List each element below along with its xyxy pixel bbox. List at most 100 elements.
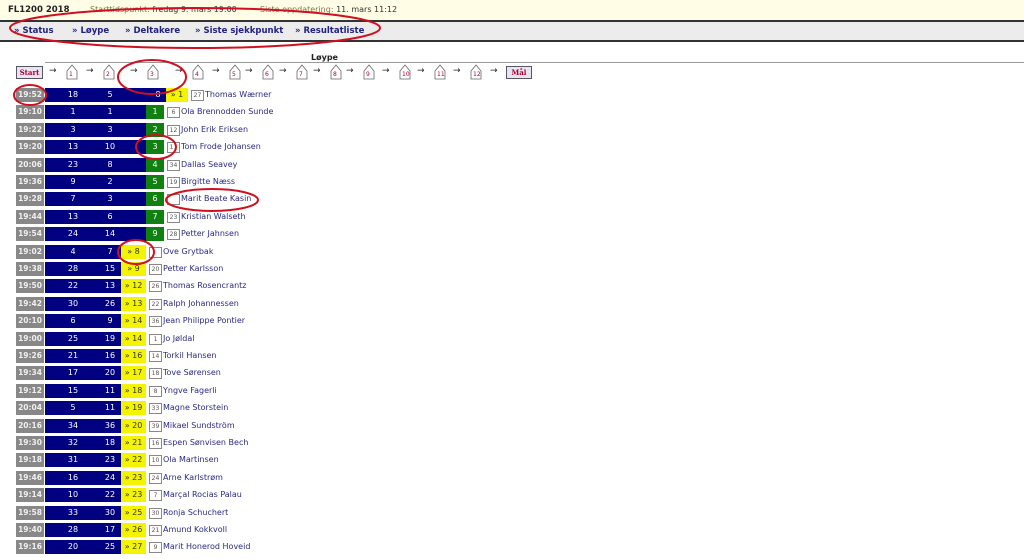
nav-siste-sjekkpunkt[interactable]: » Siste sjekkpunkt [195,22,283,40]
checkpoint-time: 19:12 [16,383,44,398]
participant-name[interactable]: Ola Martinsen [163,453,219,467]
participant-name[interactable]: Arne Karlstrøm [163,471,223,485]
checkpoint-number: 9 [366,71,370,78]
bib-number: 24 [149,472,162,484]
start-time: Starttidspunkt: fredag 9. mars 19:00 [90,0,237,20]
arrow-icon: → [346,66,354,76]
participant-name[interactable]: Mikael Sundström [163,419,235,433]
arrow-icon: → [130,66,138,76]
bib-number: 21 [149,525,162,536]
checkpoint-house-icon[interactable]: 9 [363,64,375,80]
arrow-icon: → [453,66,461,76]
bib-number: 16 [149,438,162,449]
participant-name[interactable]: Torkil Hansen [163,349,216,363]
checkpoint-house-icon[interactable]: 11 [434,64,446,80]
position-b: 5 [107,90,113,99]
course-title: Løype [45,53,1024,63]
position-b: 25 [104,542,116,552]
progress-bar [45,209,146,224]
bib-number: 34 [167,159,180,171]
checkpoint-time: 20:16 [16,418,44,433]
checkpoint-house-icon[interactable]: 4 [192,64,204,80]
participant-name[interactable]: Ronja Schuchert [163,506,228,520]
position-a: 25 [67,333,79,343]
participant-name[interactable]: Birgitte Næss [181,175,235,189]
position-a: 10 [67,490,79,500]
position-b: 2 [107,177,113,186]
checkpoint-status: 4 [146,157,164,172]
checkpoint-house-icon[interactable]: 6 [262,64,274,80]
participant-name[interactable]: Espen Sønvisen Bech [163,436,248,450]
checkpoint-house-icon[interactable]: 5 [229,64,241,80]
checkpoint-house-icon[interactable]: 2 [103,64,115,80]
position-a: 28 [67,525,79,534]
checkpoint-time: 19:42 [16,296,44,311]
checkpoint-status: 1 [146,105,164,120]
position-a: 23 [67,159,79,169]
nav-deltakere[interactable]: » Deltakere [125,22,180,40]
checkpoint-time: 20:10 [16,314,44,329]
participant-name[interactable]: Marçal Rocias Palau [163,488,242,502]
checkpoint-time: 19:28 [16,192,44,207]
participant-name[interactable]: Petter Jahnsen [181,227,239,241]
position-b: 16 [104,351,116,360]
bib-number: 33 [149,403,162,415]
arrow-icon: → [175,66,183,76]
position-a: 16 [67,472,79,482]
participant-name[interactable]: Amund Kokkvoll [163,523,227,537]
participant-name[interactable]: Yngve Fagerli [163,384,217,398]
participant-name[interactable]: Marit Honerod Hoveid [163,540,250,554]
bib-number: 10 [149,455,162,467]
checkpoint-house-icon[interactable]: 10 [399,64,411,80]
checkpoint-house-icon[interactable]: 3 [147,64,159,80]
participant-name[interactable]: John Erik Eriksen [181,123,248,137]
bib-number: 1 [149,333,162,345]
position-b: 11 [104,385,116,395]
participant-name[interactable]: Tom Frode Johansen [181,140,261,154]
position-b: 30 [104,507,116,517]
position-b: 24 [104,472,116,482]
nav-status[interactable]: » Status [14,22,54,40]
position-b: 1 [107,107,113,117]
arrow-icon: → [279,66,287,76]
participant-name[interactable]: Magne Storstein [163,401,228,415]
bib-number [149,246,162,258]
position-a: 13 [67,211,79,221]
nav-resultatliste[interactable]: » Resultatliste [295,22,364,40]
participant-name[interactable]: Jo Jøldal [163,332,194,346]
participant-name[interactable]: Tove Sørensen [163,366,221,380]
checkpoint-number: 6 [265,71,269,78]
position-b: 26 [104,298,116,308]
checkpoint-status: » 13 [121,296,146,311]
checkpoint-time: 20:06 [16,157,44,172]
race-title: FL1200 2018 [8,5,70,15]
checkpoint-status: » 21 [121,436,146,450]
participant-name[interactable]: Petter Karlsson [163,262,223,276]
nav-loype[interactable]: » Løype [72,22,109,40]
participant-name[interactable]: Dallas Seavey [181,158,237,172]
position-a: 1 [70,107,76,117]
participant-name[interactable]: Marit Beate Kasin [181,192,251,206]
checkpoint-house-icon[interactable]: 7 [296,64,308,80]
position-b: 18 [104,438,116,447]
checkpoint-house-icon[interactable]: 12 [470,64,482,80]
checkpoint-house-icon[interactable]: 1 [66,64,78,80]
participant-name[interactable]: Ola Brennodden Sunde [181,105,273,119]
participant-name[interactable]: Thomas Rosencrantz [163,279,247,293]
participant-name[interactable]: Thomas Wærner [205,88,271,102]
start-marker: Start [16,66,43,79]
checkpoint-house-icon[interactable]: 8 [330,64,342,80]
checkpoint-status: 6 [146,192,164,207]
participant-name[interactable]: Ralph Johannessen [163,297,239,311]
bib-number [167,194,180,206]
position-a: 24 [67,229,79,239]
participant-name[interactable]: Jean Philippe Pontier [163,314,245,328]
position-mid: 8 [155,90,161,99]
arrow-icon: → [49,66,57,76]
checkpoint-time: 19:40 [16,523,44,537]
arrow-icon: → [382,66,390,76]
bib-number: 18 [149,368,162,380]
checkpoint-time: 19:16 [16,540,44,555]
participant-name[interactable]: Kristian Walseth [181,210,246,224]
participant-name[interactable]: Ove Grytbak [163,245,213,259]
